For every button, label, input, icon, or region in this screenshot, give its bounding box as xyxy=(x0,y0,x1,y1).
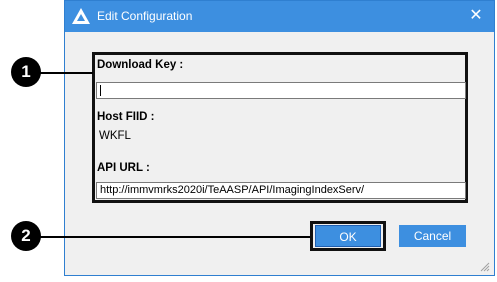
download-key-input[interactable] xyxy=(96,82,466,99)
host-fiid-label: Host FIID : xyxy=(97,111,155,123)
close-button[interactable]: ✕ xyxy=(464,5,488,27)
callout-1-badge: 1 xyxy=(11,57,41,87)
stage: Edit Configuration ✕ Download Key : Host… xyxy=(0,0,497,282)
edit-configuration-dialog: Edit Configuration ✕ Download Key : Host… xyxy=(64,0,495,276)
callout-2-line xyxy=(38,236,310,238)
triangle-logo-icon xyxy=(72,8,90,24)
text-caret xyxy=(100,85,101,96)
callout-2-badge: 2 xyxy=(11,221,41,251)
api-url-value: http://immvmrks2020i/TeAASP/API/ImagingI… xyxy=(100,184,365,196)
host-fiid-value: WKFL xyxy=(99,130,131,142)
cancel-button[interactable]: Cancel xyxy=(399,225,466,247)
api-url-input[interactable]: http://immvmrks2020i/TeAASP/API/ImagingI… xyxy=(96,182,466,199)
resize-grip-icon[interactable] xyxy=(480,262,490,272)
api-url-label: API URL : xyxy=(97,162,150,174)
callout-1-line xyxy=(38,72,93,74)
dialog-content: Download Key : Host FIID : WKFL API URL … xyxy=(66,32,493,275)
window-title: Edit Configuration xyxy=(97,9,193,23)
title-bar[interactable]: Edit Configuration ✕ xyxy=(65,1,494,32)
ok-button[interactable]: OK xyxy=(315,225,381,247)
download-key-label: Download Key : xyxy=(97,59,184,71)
fields-highlight-frame xyxy=(92,52,468,203)
